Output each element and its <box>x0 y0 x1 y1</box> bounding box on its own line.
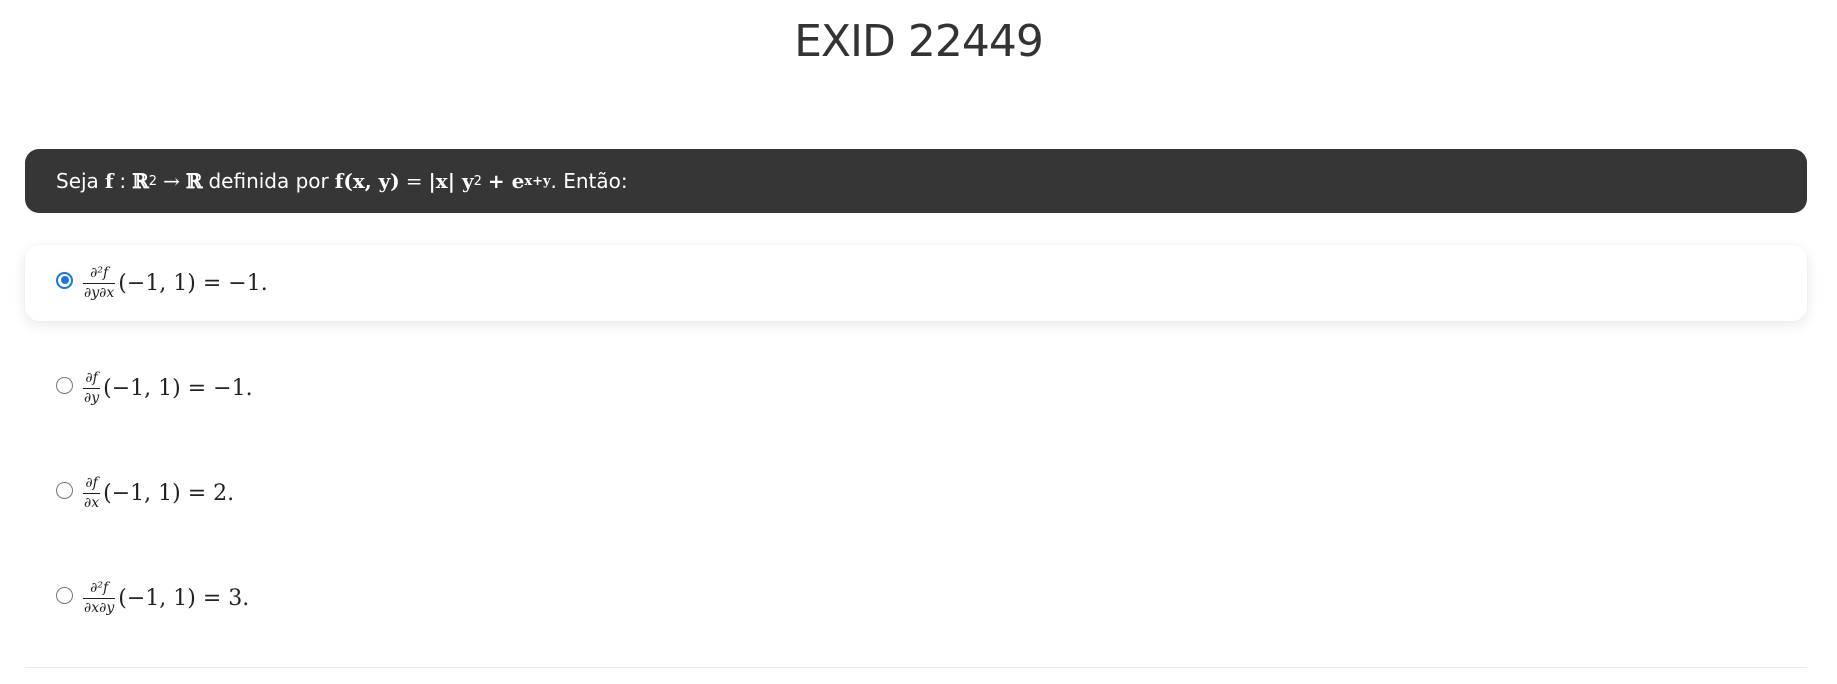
radio-icon[interactable] <box>56 586 73 604</box>
option-3[interactable]: ∂f ∂x (−1, 1) = 2. <box>25 455 1807 531</box>
question-domain-exponent: 2 <box>148 173 158 189</box>
option-2-expression: ∂f ∂y (−1, 1) = −1. <box>83 370 253 407</box>
question-banner: Seja f : ℝ2 → ℝ definida por f(x, y) = |… <box>25 149 1807 213</box>
bottom-divider <box>25 667 1807 668</box>
option-1-expression: ∂²f ∂y∂x (−1, 1) = −1. <box>83 265 268 302</box>
fraction-denominator: ∂x <box>83 492 101 511</box>
option-3-expression: ∂f ∂x (−1, 1) = 2. <box>83 475 234 512</box>
question-plus-e: + e <box>487 169 525 193</box>
question-suffix: . Então: <box>550 169 628 193</box>
question-domain: ℝ <box>132 169 149 193</box>
radio-icon[interactable] <box>56 481 73 499</box>
option-3-fraction: ∂f ∂x <box>83 474 101 512</box>
option-4-value: (−1, 1) = 3. <box>118 585 250 611</box>
option-2[interactable]: ∂f ∂y (−1, 1) = −1. <box>25 350 1807 426</box>
page-title: EXID 22449 <box>794 16 1044 67</box>
page: EXID 22449 Seja f : ℝ2 → ℝ definida por … <box>0 0 1837 684</box>
option-1[interactable]: ∂²f ∂y∂x (−1, 1) = −1. <box>25 245 1807 321</box>
question-colon: : <box>119 169 127 193</box>
option-1-fraction: ∂²f ∂y∂x <box>83 264 116 302</box>
option-4-fraction: ∂²f ∂x∂y <box>83 579 116 617</box>
option-2-value: (−1, 1) = −1. <box>103 375 253 401</box>
question-equals: = <box>405 169 423 193</box>
option-4[interactable]: ∂²f ∂x∂y (−1, 1) = 3. <box>25 560 1807 636</box>
question-prefix: Seja <box>56 169 99 193</box>
fraction-denominator: ∂y <box>83 387 101 406</box>
fraction-denominator: ∂x∂y <box>83 597 116 616</box>
fraction-numerator: ∂²f <box>90 264 109 281</box>
radio-selected-icon[interactable] <box>56 271 73 289</box>
question-function: f <box>104 169 114 193</box>
question-lhs: f(x, y) <box>334 169 400 193</box>
fraction-numerator: ∂f <box>85 369 98 386</box>
question-codomain: ℝ <box>185 169 203 193</box>
radio-icon[interactable] <box>56 376 73 394</box>
question-e-exponent: x+y <box>524 173 551 189</box>
question-mid: definida por <box>208 169 329 193</box>
fraction-denominator: ∂y∂x <box>83 282 116 301</box>
fraction-numerator: ∂²f <box>90 579 109 596</box>
fraction-numerator: ∂f <box>85 474 98 491</box>
option-1-value: (−1, 1) = −1. <box>118 270 268 296</box>
question-arrow: → <box>163 169 180 193</box>
question-rhs-exponent: 2 <box>473 173 482 189</box>
option-2-fraction: ∂f ∂y <box>83 369 101 407</box>
question-rhs: |x| y <box>428 169 474 193</box>
option-4-expression: ∂²f ∂x∂y (−1, 1) = 3. <box>83 580 249 617</box>
option-3-value: (−1, 1) = 2. <box>103 480 235 506</box>
